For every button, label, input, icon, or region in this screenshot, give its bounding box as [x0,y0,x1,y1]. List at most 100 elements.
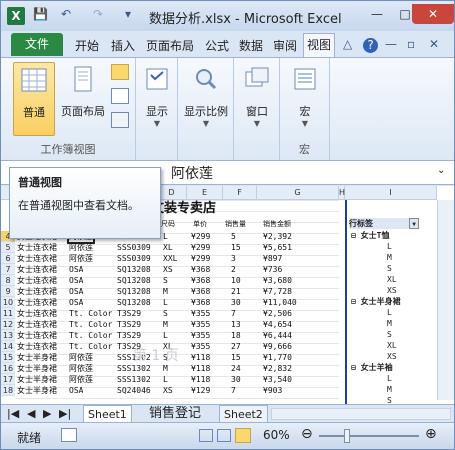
zoom-out-icon[interactable]: ⊖ [301,426,313,442]
table-cell[interactable]: SSS1302 [117,374,151,385]
expand-formula-icon[interactable]: ⌄ [437,165,445,176]
pivot-row-label[interactable]: L [387,307,392,318]
table-cell[interactable]: M [163,286,168,297]
row-header[interactable]: 14 [1,341,15,352]
tab-review[interactable]: 审阅 [273,37,297,54]
help-icon[interactable]: ? [363,38,378,53]
table-cell[interactable]: ¥736 [263,264,282,275]
table-cell[interactable]: ¥2,392 [263,231,292,242]
table-cell[interactable]: 阿依莲 [69,363,93,374]
table-cell[interactable]: Tt. Color [69,308,112,319]
table-cell[interactable]: 女士半身裙 [17,385,57,396]
table-cell[interactable]: Tt. Color [69,330,112,341]
table-cell[interactable]: SSS0309 [117,253,151,264]
pivot-row-label[interactable]: ⊟ 女士半身裙 [351,296,401,307]
vertical-scrollbar[interactable] [437,200,454,400]
sheet-nav-first-icon[interactable]: |◀ [3,405,23,423]
table-cell[interactable]: L [163,297,168,308]
tab-formulas[interactable]: 公式 [205,37,229,54]
zoom-level[interactable]: 60% [263,428,290,442]
table-cell[interactable]: SQ13208 [117,286,151,297]
macro-button[interactable]: 宏 ▼ [286,62,324,136]
table-cell[interactable]: 女士半身裙 [17,374,57,385]
table-cell[interactable]: 女士连衣裙 [17,330,57,341]
pivot-row-label[interactable]: L [387,373,392,384]
column-header[interactable]: E [187,186,223,200]
table-cell[interactable]: 女士连衣裙 [17,264,57,275]
doc-restore-icon[interactable]: ▫ [407,37,415,51]
page-break-status-icon[interactable] [235,428,251,443]
header-cell[interactable]: 销售量 [225,219,246,230]
table-cell[interactable]: L [163,374,168,385]
table-cell[interactable]: 女士连衣裙 [17,286,57,297]
redo-icon[interactable]: ↷ [93,7,103,21]
table-cell[interactable]: ¥118 [191,363,210,374]
pivot-row-label[interactable]: XS [387,285,397,296]
table-cell[interactable]: ¥118 [191,352,210,363]
table-cell[interactable]: SQ13208 [117,275,151,286]
table-cell[interactable]: ¥299 [191,253,210,264]
table-cell[interactable]: XL [163,242,173,253]
page-layout-status-icon[interactable] [217,429,231,442]
zoom-in-icon[interactable]: ⊕ [425,426,437,442]
row-header[interactable]: 11 [1,308,15,319]
table-cell[interactable]: 女士连衣裙 [17,297,57,308]
doc-minimize-icon[interactable]: — [385,37,397,51]
table-cell[interactable]: ¥11,040 [263,297,297,308]
zoom-slider-track[interactable] [319,435,419,437]
tab-file[interactable]: 文件 [11,33,63,56]
tab-page-layout[interactable]: 页面布局 [146,37,194,54]
table-cell[interactable]: T3S29 [117,330,141,341]
table-cell[interactable]: OSA [69,275,83,286]
table-cell[interactable]: T3S29 [117,308,141,319]
table-cell[interactable]: ¥368 [191,286,210,297]
table-cell[interactable]: 15 [231,242,241,253]
row-header[interactable]: 12 [1,319,15,330]
column-header[interactable]: G [257,186,339,200]
table-cell[interactable]: ¥368 [191,297,210,308]
pivot-row-label[interactable]: XL [387,340,397,351]
pivot-row-label[interactable]: M [387,384,392,395]
zoom-button[interactable]: 显示比例 ▼ [182,62,230,136]
table-cell[interactable]: ¥355 [191,319,210,330]
table-cell[interactable]: 30 [231,297,241,308]
normal-view-button[interactable]: 普通 [13,62,55,136]
row-header[interactable]: 15 [1,352,15,363]
table-cell[interactable]: ¥7,728 [263,286,292,297]
pivot-table[interactable]: 行标签 ▼ ⊟ 女士T恤 L M S XL XS ⊟ 女士半身裙 L M S XL XS ⊟ 女士羊袖 L… [345,200,437,404]
undo-icon[interactable]: ↶ [61,7,71,21]
save-icon[interactable]: 💾 [33,7,48,21]
minimize-button[interactable]: — [363,4,391,24]
minimize-ribbon-icon[interactable]: △ [343,37,352,51]
table-cell[interactable]: 阿依莲 [69,374,93,385]
table-cell[interactable]: 女士连衣裙 [17,253,57,264]
table-cell[interactable]: 女士连衣裙 [17,341,57,352]
page-break-preview-icon[interactable] [111,64,129,80]
table-cell[interactable]: S [163,275,168,286]
table-cell[interactable]: ¥299 [191,242,210,253]
formula-value[interactable]: 阿依莲 [171,163,213,183]
table-cell[interactable]: 24 [231,363,241,374]
sheet-tab-sales[interactable]: 销售登记 [145,405,205,423]
pivot-row-label[interactable]: ⊟ 女士羊袖 [351,362,393,373]
pivot-row-label[interactable]: S [387,395,392,404]
row-header[interactable]: 17 [1,374,15,385]
header-cell[interactable]: 单价 [193,219,207,230]
table-cell[interactable]: M [163,319,168,330]
table-cell[interactable]: 女士连衣裙 [17,319,57,330]
table-cell[interactable]: SQ13208 [117,297,151,308]
table-cell[interactable]: L [163,330,168,341]
column-header[interactable]: F [223,186,257,200]
table-cell[interactable]: ¥2,506 [263,308,292,319]
table-cell[interactable]: ¥2,832 [263,363,292,374]
filter-dropdown-icon[interactable]: ▼ [409,218,419,229]
row-header[interactable]: 10 [1,297,15,308]
pivot-row-label[interactable]: XS [387,351,397,362]
zoom-slider-thumb[interactable] [343,429,350,443]
table-cell[interactable]: ¥299 [191,231,210,242]
table-cell[interactable]: OSA [69,385,83,396]
table-cell[interactable]: 女士连衣裙 [17,308,57,319]
table-cell[interactable]: OSA [69,264,83,275]
pivot-row-label[interactable]: M [387,318,392,329]
table-cell[interactable]: 阿依莲 [69,352,93,363]
